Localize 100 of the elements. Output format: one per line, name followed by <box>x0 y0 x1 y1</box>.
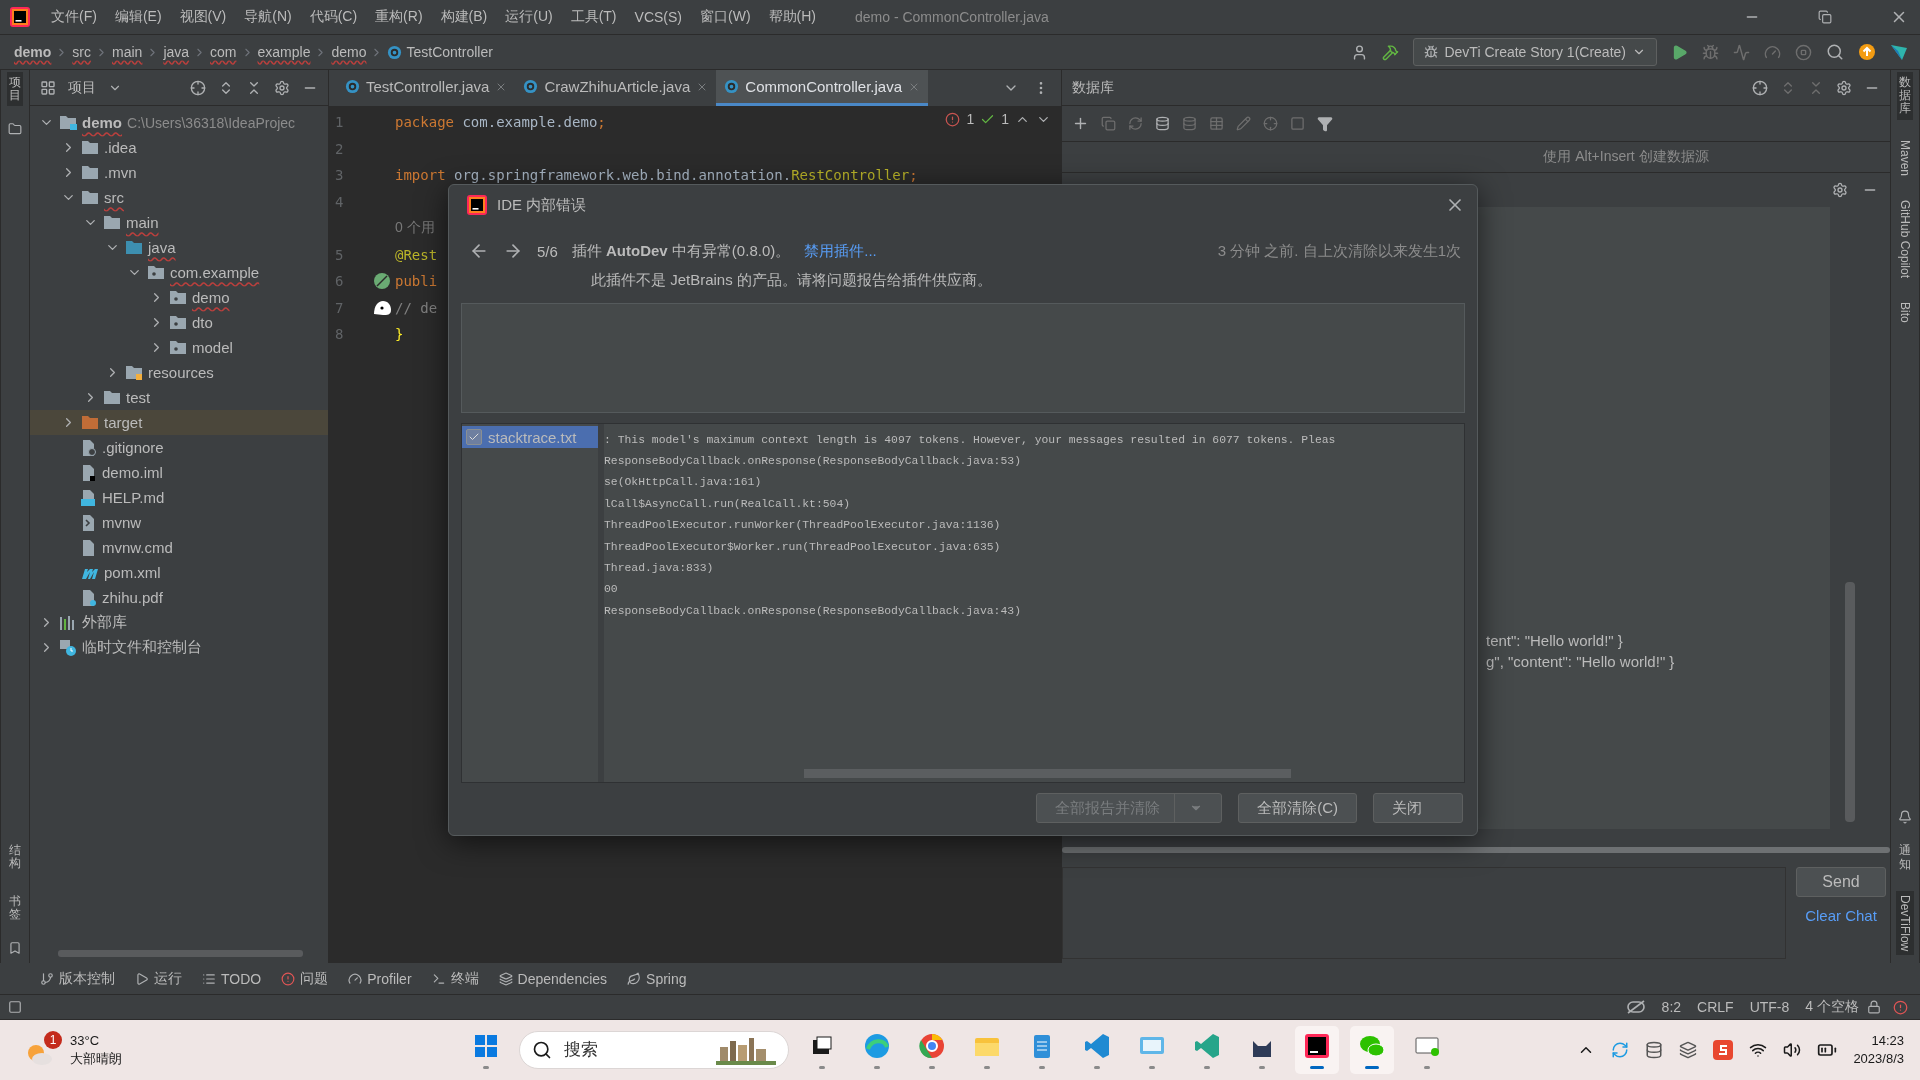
editor-tab[interactable]: CommonController.java <box>716 70 929 106</box>
tool-tab[interactable]: 问题 <box>271 969 339 988</box>
wifi-icon[interactable] <box>1749 1041 1768 1059</box>
breadcrumb[interactable]: main <box>112 44 143 60</box>
restore-icon[interactable] <box>1818 10 1832 24</box>
status-item[interactable]: 8:2 <box>1653 999 1690 1015</box>
menu-item[interactable]: 构建(B) <box>431 8 497 26</box>
tool-window-button[interactable]: 结构 <box>7 840 23 875</box>
tool-window-button[interactable]: 通知 <box>1897 840 1913 875</box>
tree-row[interactable]: pom.xml <box>30 560 328 585</box>
menu-item[interactable]: 代码(C) <box>300 8 367 26</box>
tree-row[interactable]: 临时文件和控制台 <box>30 635 328 660</box>
tree-row[interactable]: HELP.md <box>30 485 328 510</box>
filter-icon[interactable] <box>1317 115 1333 132</box>
tree-row[interactable]: 外部库 <box>30 610 328 635</box>
error-icon[interactable] <box>1893 999 1908 1015</box>
tree-row[interactable]: src <box>30 185 328 210</box>
tool-window-button[interactable]: 书签 <box>7 890 23 925</box>
tool-window-button[interactable]: 项目 <box>7 72 23 107</box>
breadcrumb[interactable]: com <box>210 44 237 60</box>
menu-item[interactable]: 文件(F) <box>42 8 106 26</box>
scrollbar[interactable] <box>58 950 303 957</box>
ide-icon[interactable] <box>1295 1026 1339 1074</box>
tree-row[interactable]: .mvn <box>30 160 328 185</box>
tree-row[interactable]: demo <box>30 285 328 310</box>
tool-tab[interactable]: 版本控制 <box>30 969 125 988</box>
locate-icon[interactable] <box>1752 79 1768 96</box>
tree-row[interactable]: dto <box>30 310 328 335</box>
tool-window-button[interactable]: 数据库 <box>1897 72 1913 120</box>
tool-window-button[interactable]: GitHub Copilot <box>1896 195 1914 282</box>
layout-icon[interactable] <box>8 1000 22 1014</box>
editor-tab[interactable]: TestController.java <box>337 70 516 106</box>
breadcrumb[interactable]: demo <box>331 44 367 60</box>
settings-icon[interactable] <box>1836 79 1852 96</box>
tree-row[interactable]: demo.iml <box>30 460 328 485</box>
copilot-icon[interactable] <box>1625 999 1646 1015</box>
run-configuration[interactable]: DevTi Create Story 1(Create) <box>1413 38 1657 66</box>
tree-row[interactable]: com.example <box>30 260 328 285</box>
status-item[interactable]: UTF-8 <box>1741 999 1798 1015</box>
tool-window-button[interactable]: DevTiFlow <box>1896 890 1914 955</box>
search-field[interactable]: 搜索 <box>562 1039 706 1061</box>
tool-tab[interactable]: Spring <box>617 970 697 987</box>
menu-item[interactable]: VCS(S) <box>625 9 691 25</box>
tree-row[interactable]: zhihu.pdf <box>30 585 328 610</box>
tree-row[interactable]: mvnw <box>30 510 328 535</box>
tool-tab[interactable]: 运行 <box>125 969 192 988</box>
input-method-icon[interactable] <box>1679 1041 1698 1059</box>
menu-item[interactable]: 视图(V) <box>170 8 236 26</box>
editor-tab[interactable]: CrawZhihuArticle.java <box>515 70 717 106</box>
add-icon[interactable] <box>1072 115 1089 132</box>
breadcrumb[interactable]: src <box>72 44 91 60</box>
locate-icon[interactable] <box>190 79 206 96</box>
checkbox[interactable] <box>466 429 482 445</box>
run-icon[interactable] <box>1671 43 1688 61</box>
clock[interactable]: 14:23 2023/8/3 <box>1853 1032 1904 1068</box>
clear-chat-link[interactable]: Clear Chat <box>1805 907 1877 924</box>
tree-row[interactable]: mvnw.cmd <box>30 535 328 560</box>
status-item[interactable]: CRLF <box>1689 999 1742 1015</box>
tool-window-button[interactable]: Bito <box>1896 297 1914 327</box>
leaf-icon[interactable] <box>373 272 391 291</box>
settings-icon[interactable] <box>274 79 290 96</box>
tree-row[interactable]: demo C:\Users\36318\IdeaProjec <box>30 110 328 135</box>
error-icon[interactable] <box>945 111 961 127</box>
tool-window-button[interactable]: Maven <box>1896 135 1914 180</box>
menu-item[interactable]: 帮助(H) <box>759 8 825 26</box>
breadcrumb[interactable]: demo <box>14 44 52 60</box>
breadcrumb[interactable]: TestController <box>406 44 493 60</box>
cloud-drive-icon[interactable] <box>1645 1041 1664 1059</box>
chat-input[interactable] <box>1062 867 1786 959</box>
dialog-button[interactable]: 关闭 <box>1373 793 1463 823</box>
ghost-icon[interactable] <box>372 299 392 316</box>
menu-item[interactable]: 窗口(W) <box>691 8 760 26</box>
menu-item[interactable]: 工具(T) <box>561 8 626 26</box>
tree-row[interactable]: test <box>30 385 328 410</box>
tree-row[interactable]: .gitignore <box>30 435 328 460</box>
tree-row[interactable]: target <box>30 410 328 435</box>
comment-field[interactable] <box>461 303 1465 413</box>
menu-item[interactable]: 导航(N) <box>235 8 301 26</box>
tree-row[interactable]: main <box>30 210 328 235</box>
menu-item[interactable]: 编辑(E) <box>105 8 171 26</box>
settings-icon[interactable] <box>1832 182 1848 198</box>
volume-icon[interactable] <box>1783 1041 1802 1059</box>
tool-tab[interactable]: Profiler <box>338 970 422 987</box>
update-icon[interactable] <box>1858 43 1876 61</box>
tree-row[interactable]: model <box>30 335 328 360</box>
panel-title[interactable]: 项目 <box>68 78 96 97</box>
sync-icon[interactable] <box>1611 1041 1630 1059</box>
tool-tab[interactable]: TODO <box>192 970 272 987</box>
tool-tab[interactable]: 终端 <box>421 969 489 988</box>
tree-row[interactable]: resources <box>30 360 328 385</box>
scrollbar[interactable] <box>1845 582 1855 822</box>
status-item[interactable]: 4 个空格 <box>1797 998 1867 1016</box>
send-button[interactable]: Send <box>1796 867 1886 897</box>
menu-item[interactable]: 运行(U) <box>496 8 562 26</box>
dialog-button[interactable]: 全部清除(C) <box>1238 793 1357 823</box>
tree-row[interactable]: .idea <box>30 135 328 160</box>
breadcrumb[interactable]: example <box>257 44 311 60</box>
database-icon[interactable] <box>1155 116 1170 131</box>
search-icon[interactable] <box>1826 43 1844 61</box>
hammer-icon[interactable] <box>1382 43 1400 61</box>
